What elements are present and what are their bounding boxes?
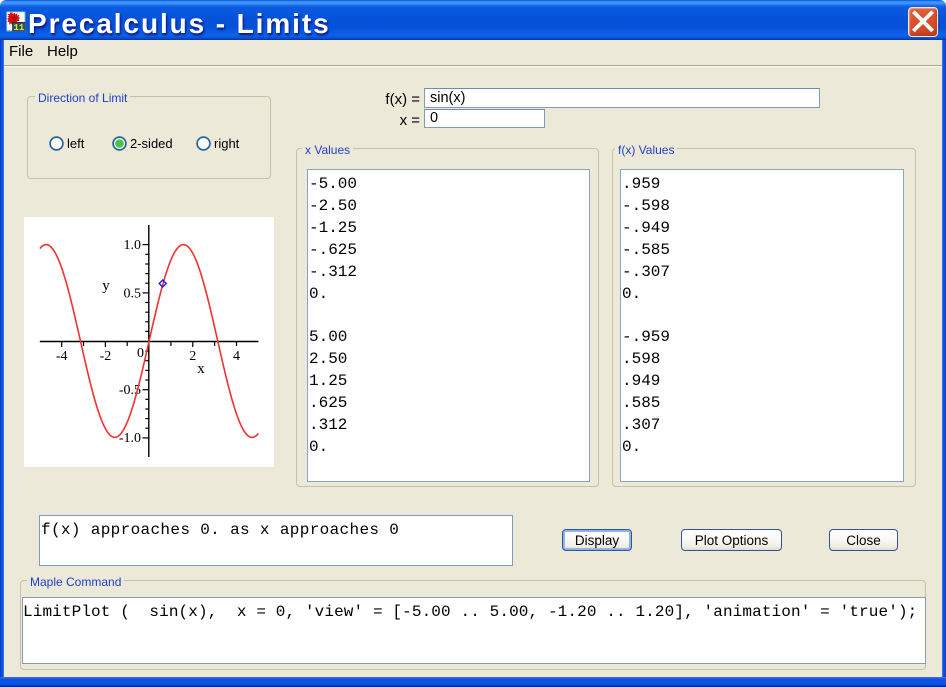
svg-text:0: 0 <box>137 346 144 361</box>
svg-text:x: x <box>197 361 205 377</box>
svg-text:-2: -2 <box>100 349 112 364</box>
svg-text:4: 4 <box>233 349 240 364</box>
svg-text:0.5: 0.5 <box>124 287 142 302</box>
svg-text:1.0: 1.0 <box>124 238 142 253</box>
svg-text:2: 2 <box>189 349 196 364</box>
svg-text:y: y <box>102 278 110 294</box>
svg-text:-4: -4 <box>56 349 68 364</box>
svg-text:11: 11 <box>13 23 24 32</box>
